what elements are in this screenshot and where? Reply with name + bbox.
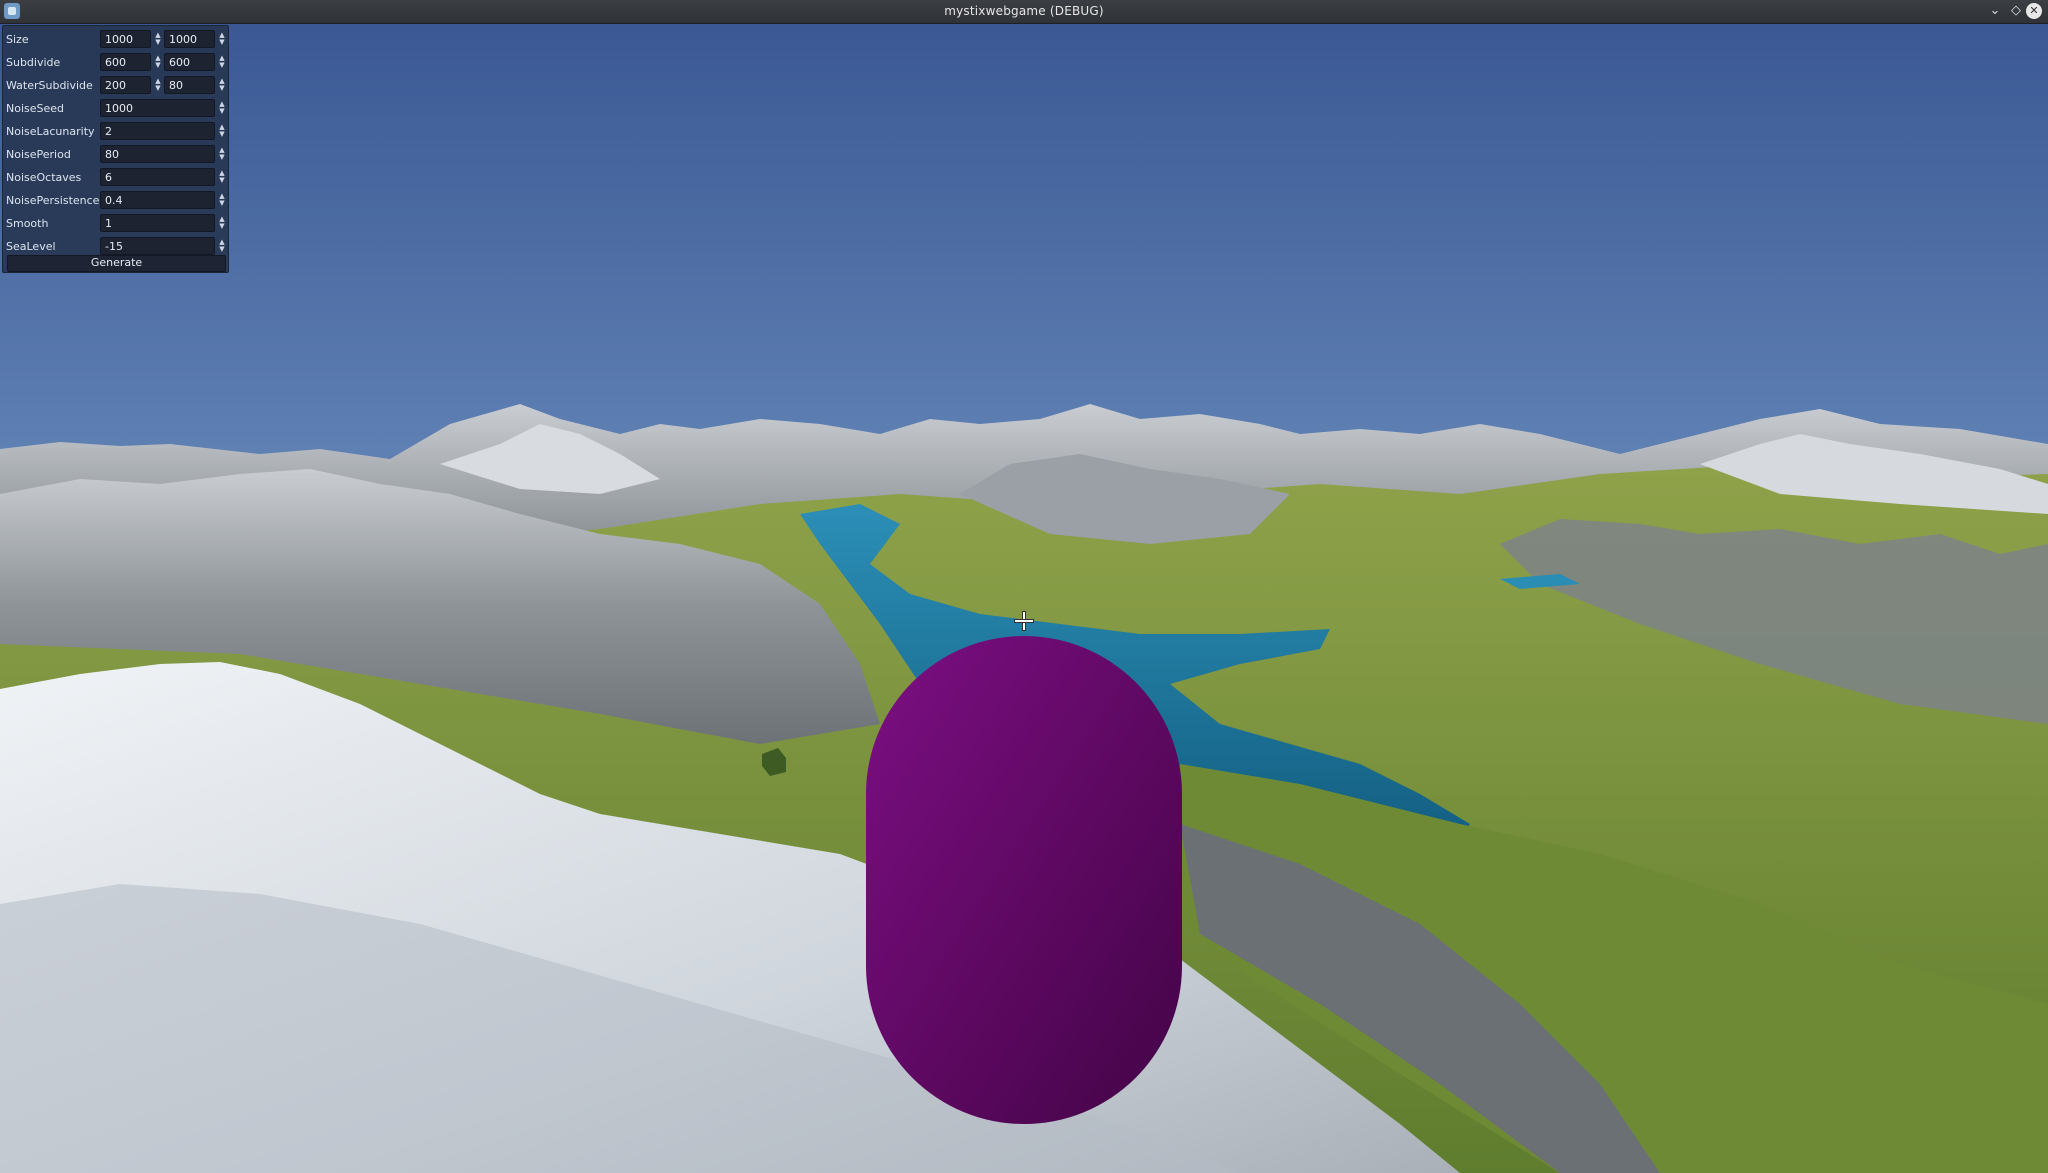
spin-arrows-icon[interactable]: ▲ ▼ [217, 147, 227, 163]
spin-arrows-icon[interactable]: ▲ ▼ [217, 216, 227, 232]
spin-arrows-icon[interactable]: ▲ ▼ [217, 78, 227, 94]
spin-arrows-icon[interactable]: ▲ ▼ [217, 101, 227, 117]
param-label: Smooth [6, 217, 49, 230]
diamond-icon[interactable]: ◇ [2007, 2, 2025, 20]
watersubdivide-y-spinbox[interactable]: 80 ▲ ▼ [164, 76, 225, 94]
spin-arrows-icon[interactable]: ▲ ▼ [217, 32, 227, 48]
param-row-sealevel: SeaLevel -15 ▲ ▼ [3, 236, 228, 256]
smooth-spinbox[interactable]: 1 ▲ ▼ [100, 214, 225, 232]
param-label: NoisePeriod [6, 148, 71, 161]
noiselacunarity-spinbox[interactable]: 2 ▲ ▼ [100, 122, 225, 140]
noiseseed-spinbox[interactable]: 1000 ▲ ▼ [100, 99, 225, 117]
player-capsule [866, 636, 1182, 1124]
noiseperiod-spinbox[interactable]: 80 ▲ ▼ [100, 145, 225, 163]
param-label: Size [6, 33, 29, 46]
window-titlebar: mystixwebgame (DEBUG) ⌄ ◇ ✕ [0, 0, 2048, 24]
spin-arrows-icon[interactable]: ▲ ▼ [153, 55, 163, 71]
param-label: SeaLevel [6, 240, 56, 253]
param-label: NoiseSeed [6, 102, 65, 115]
param-row-subdivide: Subdivide 600 ▲ ▼ 600 ▲ ▼ [3, 52, 228, 72]
param-row-noiselacunarity: NoiseLacunarity 2 ▲ ▼ [3, 121, 228, 141]
param-row-size: Size 1000 ▲ ▼ 1000 ▲ ▼ [3, 29, 228, 49]
param-row-watersubdivide: WaterSubdivide 200 ▲ ▼ 80 ▲ ▼ [3, 75, 228, 95]
terrain-scene [0, 24, 2048, 1173]
subdivide-y-spinbox[interactable]: 600 ▲ ▼ [164, 53, 225, 71]
generate-button[interactable]: Generate [7, 255, 226, 272]
terrain-settings-panel: Size 1000 ▲ ▼ 1000 ▲ ▼ Subdivide 600 ▲ ▼ 600 ▲ ▼… [2, 25, 229, 273]
close-icon[interactable]: ✕ [2026, 3, 2042, 19]
crosshair-icon [1014, 611, 1034, 631]
spin-arrows-icon[interactable]: ▲ ▼ [217, 170, 227, 186]
game-viewport[interactable] [0, 24, 2048, 1173]
size-x-spinbox[interactable]: 1000 ▲ ▼ [100, 30, 161, 48]
param-row-noiseperiod: NoisePeriod 80 ▲ ▼ [3, 144, 228, 164]
param-label: NoiseLacunarity [6, 125, 95, 138]
param-label: NoisePersistence [6, 194, 100, 207]
param-label: NoiseOctaves [6, 171, 82, 184]
noisepersistence-spinbox[interactable]: 0.4 ▲ ▼ [100, 191, 225, 209]
window-title: mystixwebgame (DEBUG) [944, 4, 1104, 18]
spin-arrows-icon[interactable]: ▲ ▼ [217, 193, 227, 209]
param-row-noiseseed: NoiseSeed 1000 ▲ ▼ [3, 98, 228, 118]
spin-arrows-icon[interactable]: ▲ ▼ [153, 32, 163, 48]
chevron-down-icon[interactable]: ⌄ [1986, 2, 2004, 20]
noiseoctaves-spinbox[interactable]: 6 ▲ ▼ [100, 168, 225, 186]
spin-arrows-icon[interactable]: ▲ ▼ [217, 124, 227, 140]
spin-arrows-icon[interactable]: ▲ ▼ [153, 78, 163, 94]
spin-arrows-icon[interactable]: ▲ ▼ [217, 55, 227, 71]
sealevel-spinbox[interactable]: -15 ▲ ▼ [100, 237, 225, 255]
spin-arrows-icon[interactable]: ▲ ▼ [217, 239, 227, 255]
param-label: WaterSubdivide [6, 79, 93, 92]
param-row-noisepersistence: NoisePersistence 0.4 ▲ ▼ [3, 190, 228, 210]
param-label: Subdivide [6, 56, 61, 69]
subdivide-x-spinbox[interactable]: 600 ▲ ▼ [100, 53, 161, 71]
param-row-smooth: Smooth 1 ▲ ▼ [3, 213, 228, 233]
size-y-spinbox[interactable]: 1000 ▲ ▼ [164, 30, 225, 48]
watersubdivide-x-spinbox[interactable]: 200 ▲ ▼ [100, 76, 161, 94]
param-row-noiseoctaves: NoiseOctaves 6 ▲ ▼ [3, 167, 228, 187]
